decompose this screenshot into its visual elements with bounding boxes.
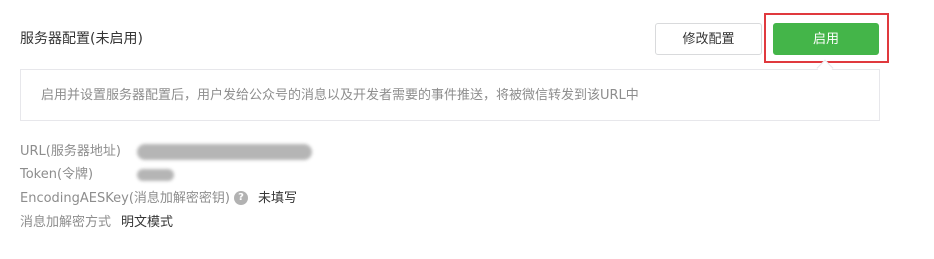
url-field-row: URL(服务器地址) bbox=[20, 143, 121, 161]
help-icon[interactable]: ? bbox=[233, 190, 248, 205]
enable-button-highlight bbox=[764, 13, 889, 63]
url-label: URL(服务器地址) bbox=[20, 144, 121, 159]
encryption-mode-label: 消息加解密方式 bbox=[20, 215, 112, 230]
encryption-mode-field-row: 消息加解密方式 明文模式 bbox=[20, 214, 173, 232]
token-label: Token(令牌) bbox=[20, 167, 94, 182]
url-value-redacted bbox=[137, 144, 312, 160]
info-tip-text: 启用并设置服务器配置后，用户发给公众号的消息以及开发者需要的事件推送，将被微信转… bbox=[41, 88, 639, 103]
aes-key-value: 未填写 bbox=[257, 191, 297, 206]
modify-config-button[interactable]: 修改配置 bbox=[655, 23, 762, 55]
token-field-row: Token(令牌) bbox=[20, 166, 93, 184]
token-value-redacted bbox=[137, 169, 174, 181]
aes-key-label: EncodingAESKey(消息加解密密钥) bbox=[20, 191, 230, 206]
info-tip-box: 启用并设置服务器配置后，用户发给公众号的消息以及开发者需要的事件推送，将被微信转… bbox=[20, 69, 880, 121]
encryption-mode-value: 明文模式 bbox=[121, 215, 174, 230]
section-title: 服务器配置(未启用) bbox=[20, 31, 143, 47]
aes-key-field-row: EncodingAESKey(消息加解密密钥)? 未填写 bbox=[20, 190, 297, 208]
